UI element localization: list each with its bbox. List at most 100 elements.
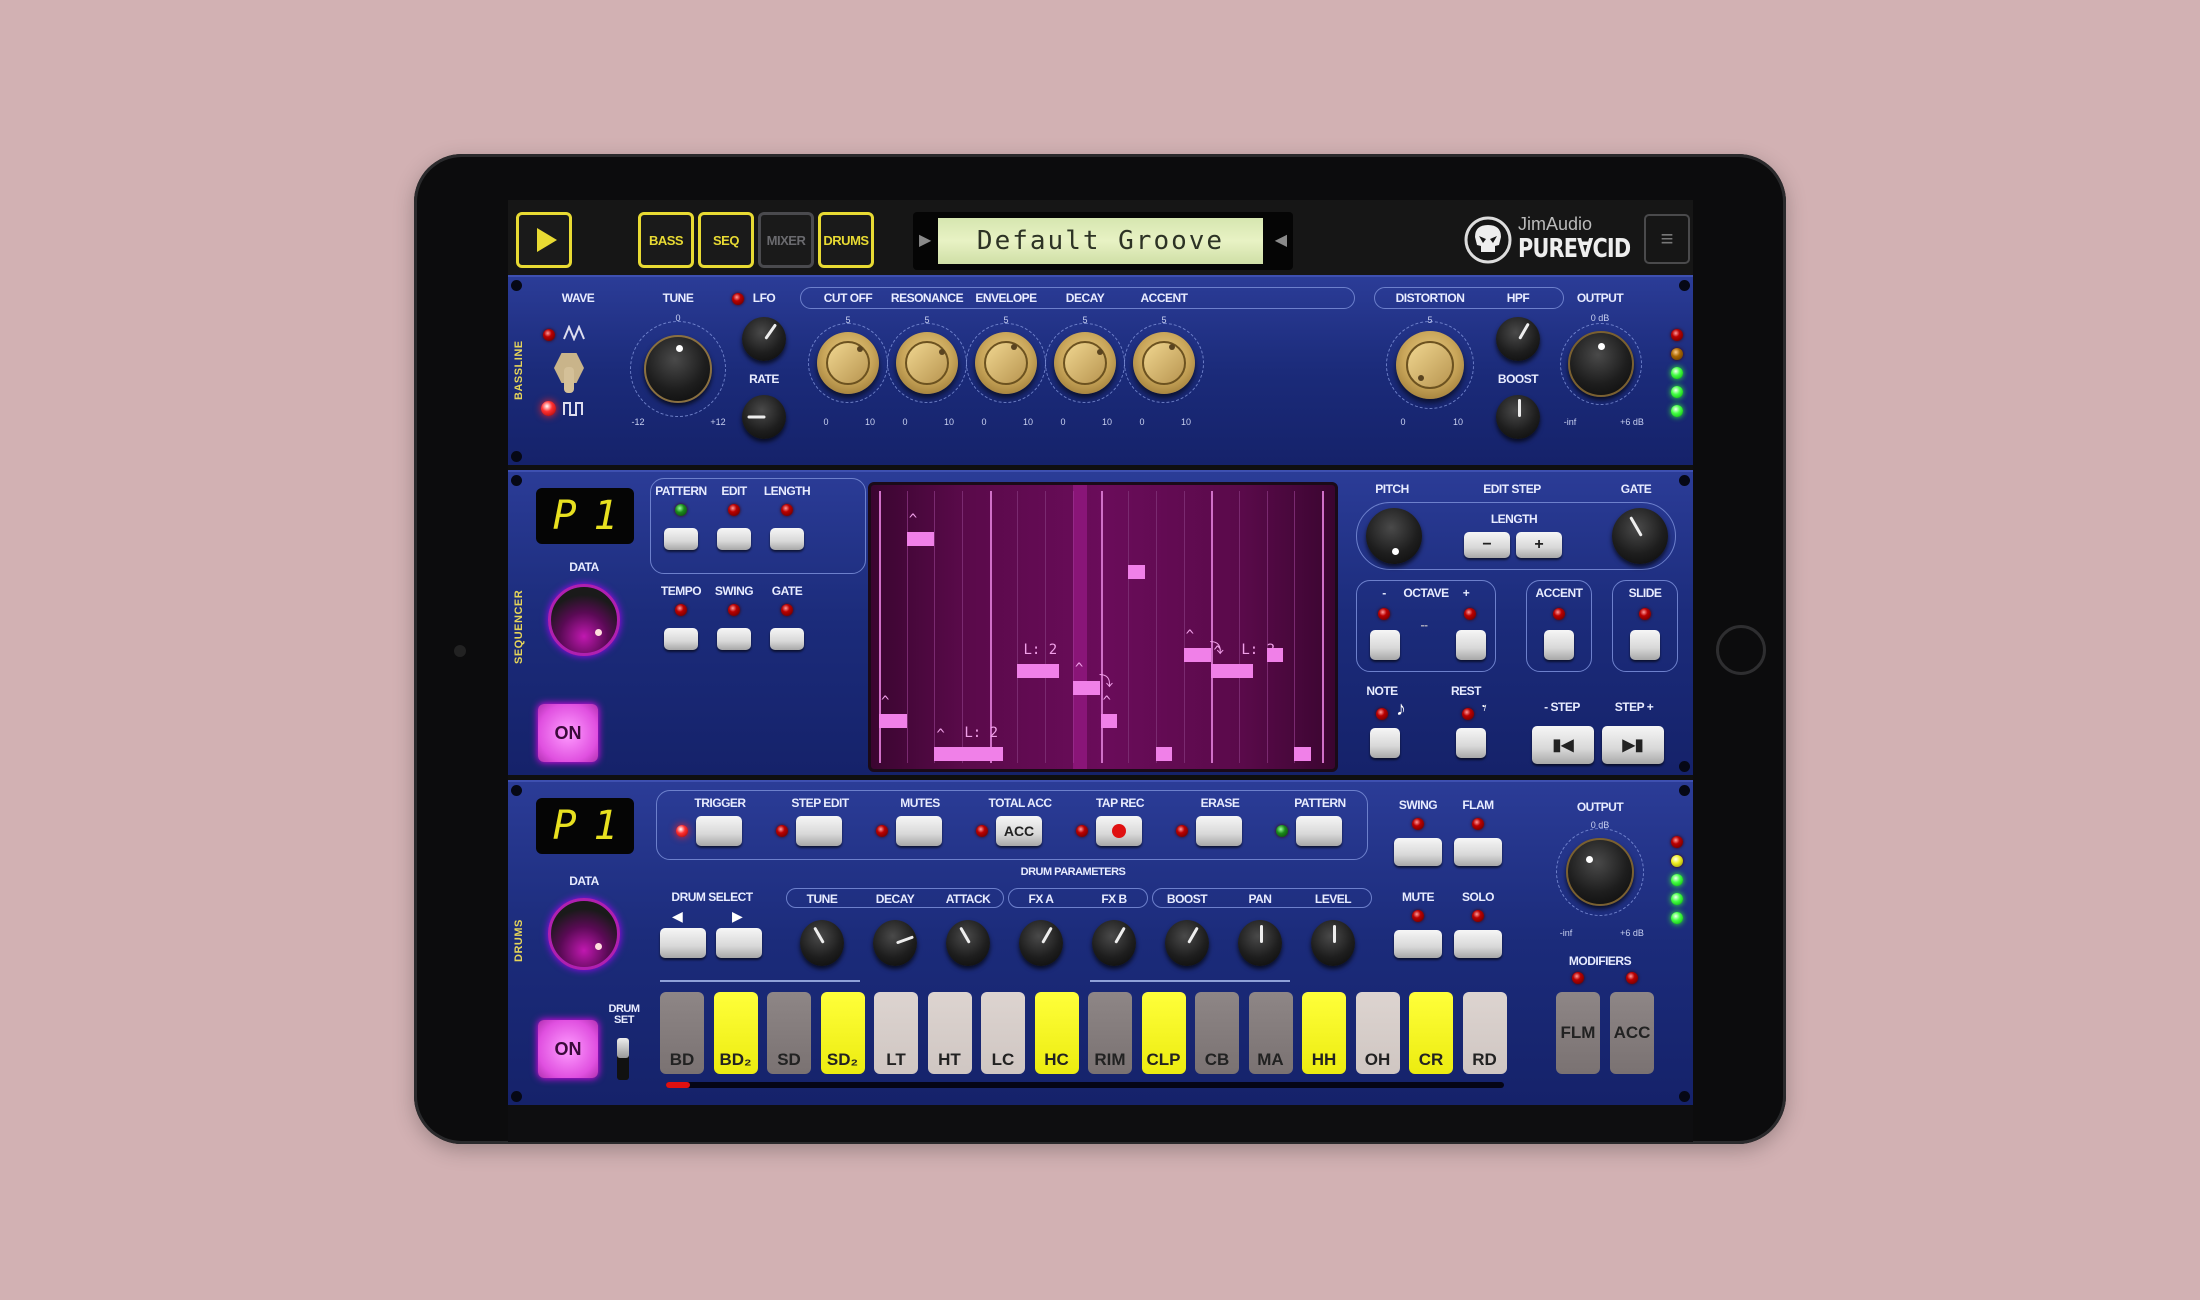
filter-knob-decay[interactable]	[1054, 332, 1116, 394]
drum-mode-button-tap-rec[interactable]	[1096, 816, 1142, 846]
modifier-acc-button[interactable]: ACC	[1610, 992, 1654, 1074]
drum-pad-bd[interactable]: BD	[660, 992, 704, 1074]
roll-note[interactable]	[1294, 747, 1311, 761]
seq-on-button[interactable]: ON	[538, 704, 598, 762]
tab-drums[interactable]: DRUMS	[818, 212, 874, 268]
filter-knob-resonance[interactable]	[896, 332, 958, 394]
drum-mode-button-pattern[interactable]	[1296, 816, 1342, 846]
play-button[interactable]	[516, 212, 572, 268]
length-plus-button[interactable]: +	[1516, 532, 1562, 558]
hpf-knob[interactable]	[1496, 317, 1540, 361]
drum-pad-cb[interactable]: CB	[1195, 992, 1239, 1074]
drum-param-knob-decay[interactable]	[873, 920, 917, 966]
filter-knob-cut-off[interactable]	[817, 332, 879, 394]
flam-button[interactable]	[1454, 838, 1502, 866]
drums-on-button[interactable]: ON	[538, 1020, 598, 1078]
tune-knob[interactable]	[644, 335, 712, 403]
roll-note[interactable]	[934, 747, 1004, 761]
seq-mode-button-length[interactable]	[770, 528, 804, 550]
drum-pad-ht[interactable]: HT	[927, 992, 972, 1074]
boost-knob[interactable]	[1496, 395, 1540, 439]
triangle-right-icon[interactable]: ▶	[919, 230, 931, 250]
toggle-lever[interactable]	[564, 367, 574, 393]
drum-mode-button-erase[interactable]	[1196, 816, 1242, 846]
drum-pad-ma[interactable]: MA	[1248, 992, 1293, 1074]
drum-pad-rim[interactable]: RIM	[1088, 992, 1132, 1074]
drum-select-next-button[interactable]	[716, 928, 762, 958]
roll-note[interactable]	[906, 532, 935, 547]
bass-output-knob[interactable]	[1568, 331, 1634, 397]
step-back-button[interactable]: ▮◀	[1532, 726, 1594, 764]
slide-button[interactable]	[1630, 630, 1660, 660]
drum-param-knob-tune[interactable]	[800, 920, 844, 966]
octave-down-button[interactable]	[1370, 630, 1400, 660]
drum-pad-hh[interactable]: HH	[1302, 992, 1346, 1074]
drum-pad-sd[interactable]: SD₂	[820, 992, 865, 1074]
roll-note[interactable]	[1183, 647, 1212, 662]
roll-note[interactable]	[1017, 664, 1059, 679]
home-button[interactable]	[1716, 625, 1766, 675]
drums-output-knob[interactable]	[1566, 838, 1634, 906]
octave-up-button[interactable]	[1456, 630, 1486, 660]
roll-note[interactable]	[1211, 664, 1253, 679]
tab-mixer[interactable]: MIXER	[758, 212, 814, 268]
drum-mode-button-trigger[interactable]	[696, 816, 742, 846]
pitch-knob[interactable]	[1366, 508, 1422, 564]
seq-param-button-gate[interactable]	[770, 628, 804, 650]
drum-param-knob-level[interactable]	[1311, 920, 1355, 966]
drum-pad-sd[interactable]: SD	[767, 992, 811, 1074]
seq-param-button-tempo[interactable]	[664, 628, 698, 650]
preset-name[interactable]: Default Groove	[938, 218, 1263, 264]
drum-pad-bd[interactable]: BD₂	[713, 992, 758, 1074]
seq-mode-button-pattern[interactable]	[664, 528, 698, 550]
drum-set-switch[interactable]	[617, 1038, 629, 1080]
drums-data-knob[interactable]	[548, 898, 620, 970]
drum-pad-clp[interactable]: CLP	[1141, 992, 1186, 1074]
lfo-knob[interactable]	[742, 317, 786, 361]
drum-pad-lc[interactable]: LC	[981, 992, 1025, 1074]
swing-button[interactable]	[1394, 838, 1442, 866]
drum-pad-oh[interactable]: OH	[1355, 992, 1400, 1074]
drum-param-knob-fx-a[interactable]	[1019, 920, 1063, 966]
length-minus-button[interactable]: −	[1464, 532, 1510, 558]
tab-seq[interactable]: SEQ	[698, 212, 754, 268]
seq-mode-button-edit[interactable]	[717, 528, 751, 550]
roll-note[interactable]	[1266, 647, 1284, 662]
seq-param-button-swing[interactable]	[717, 628, 751, 650]
distortion-knob[interactable]	[1396, 331, 1464, 399]
modifier-flm-button[interactable]: FLM	[1556, 992, 1600, 1074]
drum-param-knob-attack[interactable]	[946, 920, 990, 966]
rest-button[interactable]	[1456, 728, 1486, 758]
drum-mode-button-step-edit[interactable]	[796, 816, 842, 846]
filter-knob-accent[interactable]	[1133, 332, 1195, 394]
note-button[interactable]	[1370, 728, 1400, 758]
drum-param-knob-fx-b[interactable]	[1092, 920, 1136, 966]
step-forward-button[interactable]: ▶▮	[1602, 726, 1664, 764]
drum-param-knob-pan[interactable]	[1238, 920, 1282, 966]
piano-roll[interactable]: ^ ^ ^ L: 2 L: 2 ^ ⤵ ^ ^ ⤵ ^ L: 2	[868, 482, 1338, 772]
drum-param-knob-boost[interactable]	[1165, 920, 1209, 966]
accent-button[interactable]	[1544, 630, 1574, 660]
seq-data-knob[interactable]	[548, 584, 620, 656]
drum-pad-cr[interactable]: CR	[1409, 992, 1453, 1074]
tab-bass[interactable]: BASS	[638, 212, 694, 268]
modifiers-label: MODIFIERS	[1568, 954, 1632, 968]
drum-pad-rd[interactable]: RD	[1462, 992, 1507, 1074]
solo-button[interactable]	[1454, 930, 1502, 958]
roll-note[interactable]	[1100, 713, 1118, 728]
roll-note[interactable]	[879, 713, 907, 728]
rate-knob[interactable]	[742, 395, 786, 439]
gate-knob[interactable]	[1612, 508, 1668, 564]
roll-note[interactable]	[1155, 747, 1173, 761]
drum-mode-button-total-acc[interactable]: ACC	[996, 816, 1042, 846]
triangle-left-icon[interactable]: ◀	[1275, 230, 1287, 250]
drum-pad-lt[interactable]: LT	[874, 992, 918, 1074]
roll-note[interactable]	[1072, 680, 1101, 695]
drum-pad-hc[interactable]: HC	[1034, 992, 1079, 1074]
roll-note[interactable]	[1128, 565, 1145, 580]
drum-select-prev-button[interactable]	[660, 928, 706, 958]
drum-mode-button-mutes[interactable]	[896, 816, 942, 846]
mute-button[interactable]	[1394, 930, 1442, 958]
menu-button[interactable]: ≡	[1644, 214, 1690, 264]
filter-knob-envelope[interactable]	[975, 332, 1037, 394]
